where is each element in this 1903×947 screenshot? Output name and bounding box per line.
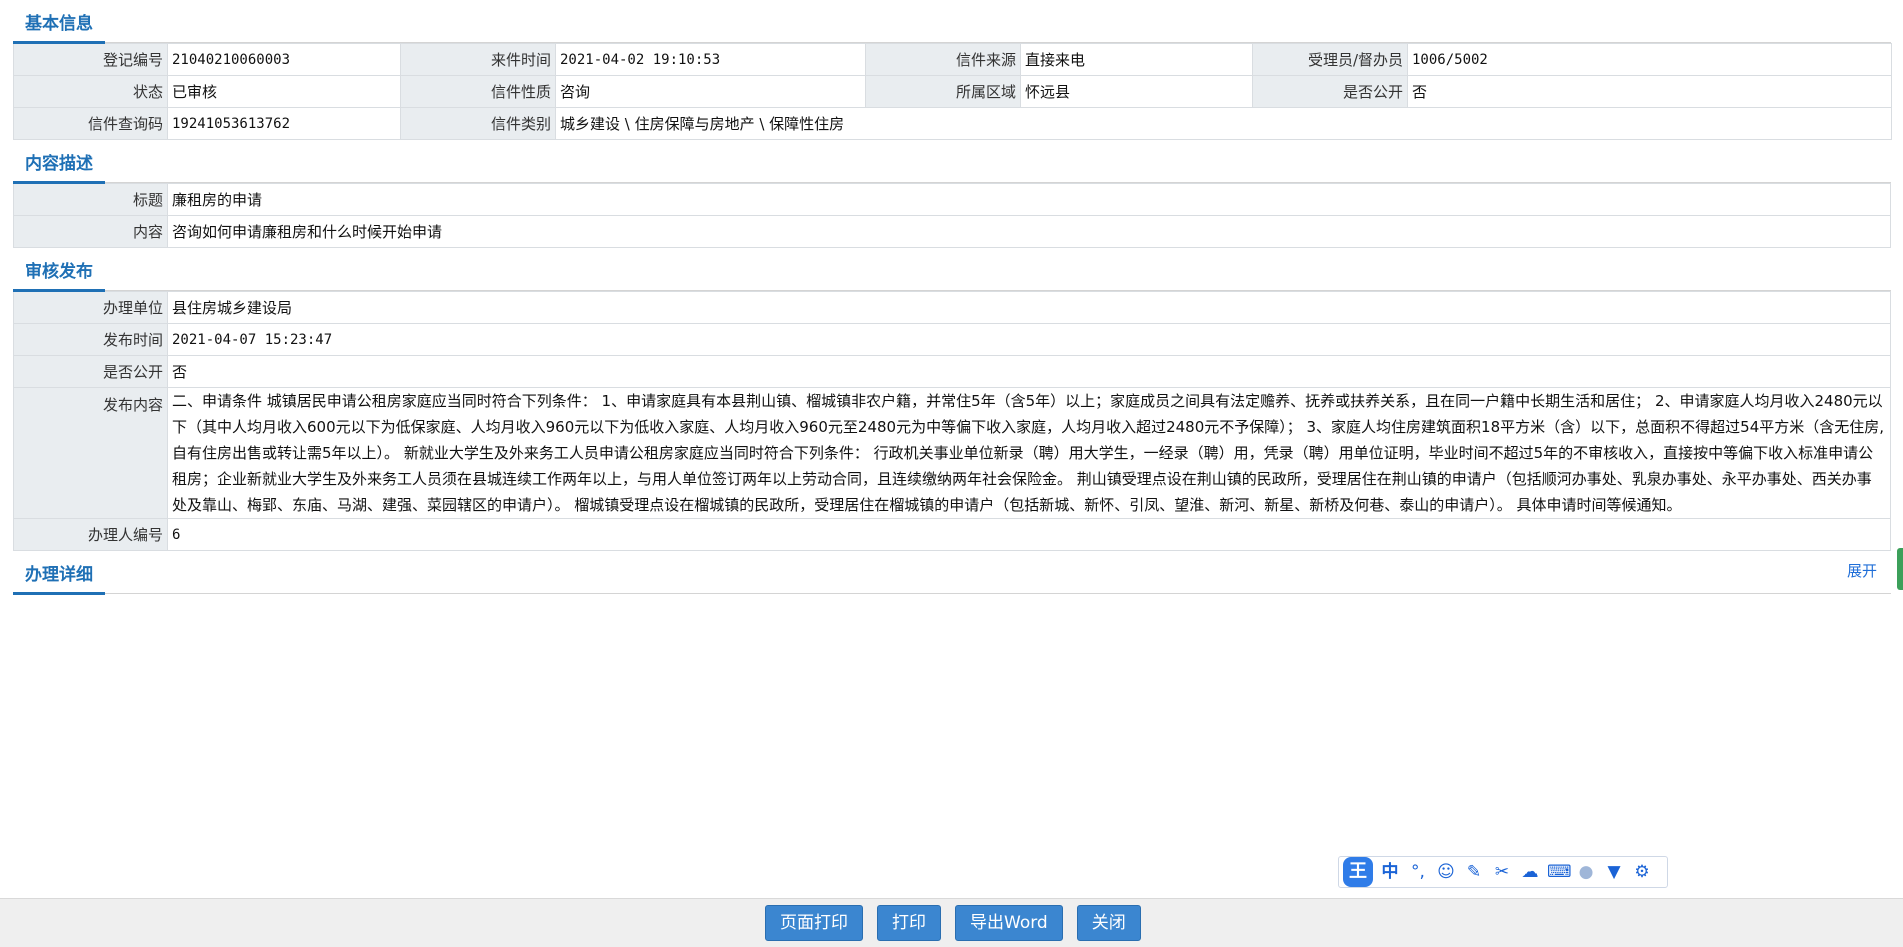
title-label: 标题 — [13, 183, 168, 216]
shirt-icon[interactable]: ▼ — [1603, 861, 1625, 883]
footer-bar: 页面打印 打印 导出Word 关闭 — [0, 898, 1903, 947]
scissors-icon[interactable]: ✂ — [1491, 861, 1513, 883]
section-detail: 办理详细 展开 — [13, 551, 1891, 595]
keyboard-icon[interactable]: ⌨ — [1547, 861, 1572, 883]
table-row: 办理人编号 6 — [13, 518, 1891, 551]
section-basic-info: 基本信息 — [13, 10, 1891, 44]
close-button[interactable]: 关闭 — [1076, 905, 1141, 941]
section-review-publish: 审核发布 — [13, 248, 1891, 292]
ime-toolbar: 王 中 °, ☺ ✎ ✂ ☁ ⌨ ● ▼ ⚙ — [1338, 856, 1668, 888]
section-content-desc: 内容描述 — [13, 140, 1891, 184]
publish-content-label: 发布内容 — [13, 387, 168, 519]
section-title-review: 审核发布 — [13, 262, 105, 292]
pen-icon[interactable]: ✎ — [1463, 861, 1485, 883]
table-row: 是否公开 否 — [13, 355, 1891, 388]
gear-icon[interactable]: ⚙ — [1631, 861, 1653, 883]
table-row: 状态 已审核 信件性质 咨询 所属区域 怀远县 是否公开 否 — [13, 75, 1892, 108]
review-publish-table: 办理单位 县住房城乡建设局 发布时间 2021-04-07 15:23:47 是… — [13, 291, 1891, 551]
query-label: 信件查询码 — [13, 107, 168, 140]
status-label: 状态 — [13, 75, 168, 108]
table-row: 标题 廉租房的申请 — [13, 183, 1891, 216]
region-value: 怀远县 — [1020, 75, 1253, 108]
title-value: 廉租房的申请 — [167, 183, 1891, 216]
nature-value: 咨询 — [555, 75, 866, 108]
publish-public-label: 是否公开 — [13, 355, 168, 388]
table-row: 发布内容 二、申请条件 城镇居民申请公租房家庭应当同时符合下列条件： 1、申请家… — [13, 387, 1891, 519]
public-value: 否 — [1407, 75, 1892, 108]
reg-no-value: 21040210060003 — [167, 43, 401, 76]
table-row: 信件查询码 19241053613762 信件类别 城乡建设 \ 住房保障与房地… — [13, 107, 1892, 140]
emoji-icon[interactable]: ☺ — [1435, 861, 1457, 883]
category-value: 城乡建设 \ 住房保障与房地产 \ 保障性住房 — [555, 107, 1892, 140]
table-row: 登记编号 21040210060003 来件时间 2021-04-02 19:1… — [13, 43, 1892, 76]
source-value: 直接来电 — [1020, 43, 1253, 76]
content-value: 咨询如何申请廉租房和什么时候开始申请 — [167, 215, 1891, 248]
section-title-detail: 办理详细 — [13, 565, 105, 595]
basic-info-table: 登记编号 21040210060003 来件时间 2021-04-02 19:1… — [13, 43, 1892, 140]
side-scroll-handle[interactable] — [1897, 548, 1903, 590]
handler-value: 1006/5002 — [1407, 43, 1892, 76]
region-label: 所属区域 — [865, 75, 1021, 108]
ime-zh-toggle[interactable]: 中 — [1379, 861, 1401, 883]
section-title-basic: 基本信息 — [13, 14, 105, 44]
unit-value: 县住房城乡建设局 — [167, 291, 1891, 324]
handler-no-label: 办理人编号 — [13, 518, 168, 551]
source-label: 信件来源 — [865, 43, 1021, 76]
nature-label: 信件性质 — [400, 75, 556, 108]
arrival-label: 来件时间 — [400, 43, 556, 76]
handler-no-value: 6 — [167, 518, 1891, 551]
publish-public-value: 否 — [167, 355, 1891, 388]
punct-icon[interactable]: °, — [1407, 861, 1429, 883]
publish-content-value: 二、申请条件 城镇居民申请公租房家庭应当同时符合下列条件： 1、申请家庭具有本县… — [167, 387, 1891, 519]
ime-logo-icon[interactable]: 王 — [1343, 857, 1373, 887]
table-row: 内容 咨询如何申请廉租房和什么时候开始申请 — [13, 215, 1891, 248]
content-desc-table: 标题 廉租房的申请 内容 咨询如何申请廉租房和什么时候开始申请 — [13, 183, 1891, 248]
public-label: 是否公开 — [1252, 75, 1408, 108]
publish-time-label: 发布时间 — [13, 323, 168, 356]
status-value: 已审核 — [167, 75, 401, 108]
page-print-button[interactable]: 页面打印 — [765, 905, 863, 941]
reg-no-label: 登记编号 — [13, 43, 168, 76]
category-label: 信件类别 — [400, 107, 556, 140]
main-content: 基本信息 登记编号 21040210060003 来件时间 2021-04-02… — [13, 10, 1892, 595]
cloud-icon[interactable]: ☁ — [1519, 861, 1541, 883]
expand-toggle[interactable]: 展开 — [1847, 560, 1877, 581]
arrival-value: 2021-04-02 19:10:53 — [555, 43, 866, 76]
handler-label: 受理员/督办员 — [1252, 43, 1408, 76]
table-row: 发布时间 2021-04-07 15:23:47 — [13, 323, 1891, 356]
publish-time-value: 2021-04-07 15:23:47 — [167, 323, 1891, 356]
footer-buttons: 页面打印 打印 导出Word 关闭 — [765, 905, 1141, 941]
unit-label: 办理单位 — [13, 291, 168, 324]
table-row: 办理单位 县住房城乡建设局 — [13, 291, 1891, 324]
content-label: 内容 — [13, 215, 168, 248]
user-icon[interactable]: ● — [1575, 861, 1597, 883]
query-value: 19241053613762 — [167, 107, 401, 140]
print-button[interactable]: 打印 — [877, 905, 941, 941]
export-word-button[interactable]: 导出Word — [955, 905, 1063, 941]
section-title-content: 内容描述 — [13, 154, 105, 184]
